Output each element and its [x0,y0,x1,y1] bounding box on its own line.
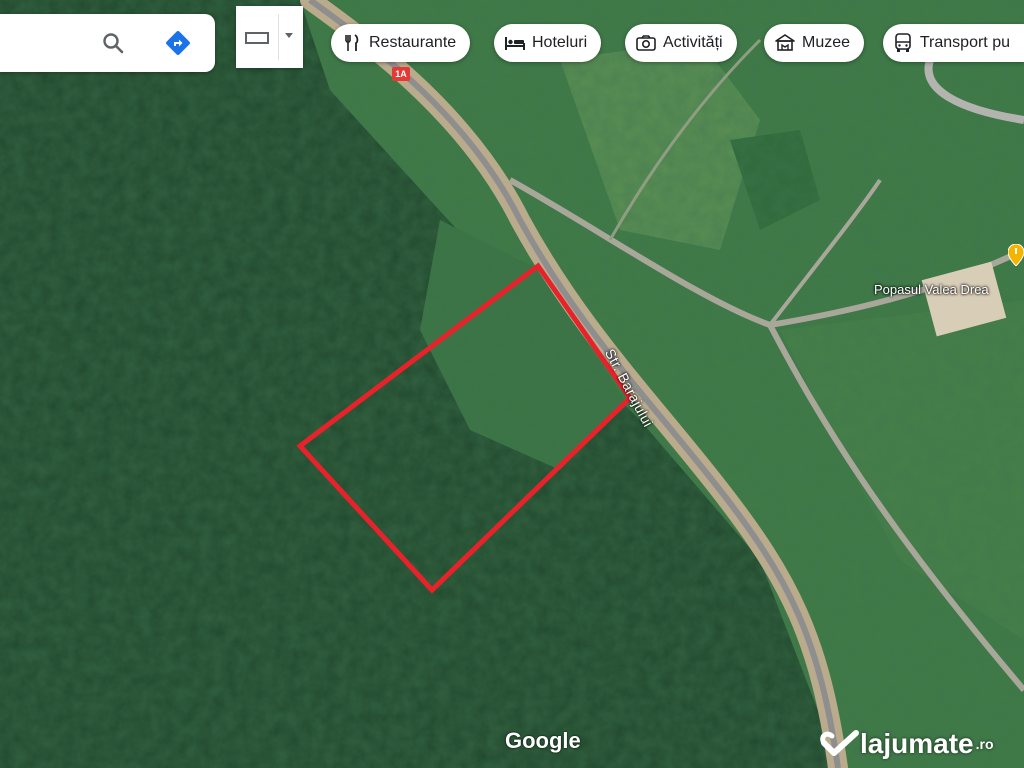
museum-icon [774,32,796,54]
watermark-logo: lajumate .ro [820,728,994,760]
chip-label: Muzee [802,34,851,51]
chip-label: Transport pu [919,34,1010,51]
route-badge: 1A [392,67,410,81]
heart-logo-icon [820,730,859,756]
bus-icon [893,32,914,54]
chip-activities[interactable]: Activități [625,24,737,62]
bed-icon [504,32,526,54]
satellite-map[interactable] [0,0,1024,768]
directions-icon[interactable] [163,28,193,58]
chip-transport[interactable]: Transport pu [883,24,1024,62]
map-pin-icon[interactable] [1008,244,1024,266]
watermark-name: lajumate [860,728,974,759]
watermark-tld: .ro [975,736,994,752]
divider [278,14,279,60]
map-layer-icon[interactable] [245,32,269,44]
chip-label: Restaurante [369,34,457,51]
camera-icon [635,32,657,54]
chip-label: Hoteluri [532,34,588,51]
google-attribution: Google [505,728,581,753]
search-box[interactable] [0,14,215,72]
terrain-texture [0,0,1024,768]
map-type-control[interactable] [236,6,303,68]
chip-museums[interactable]: Muzee [764,24,865,62]
search-icon[interactable] [98,28,128,58]
chip-hotels[interactable]: Hoteluri [494,24,602,62]
chevron-down-icon[interactable] [285,33,293,38]
chip-restaurants[interactable]: Restaurante [331,24,471,62]
place-label[interactable]: Popasul Valea Drea [874,282,989,297]
fork-knife-icon [341,32,363,54]
chip-label: Activități [663,34,723,51]
